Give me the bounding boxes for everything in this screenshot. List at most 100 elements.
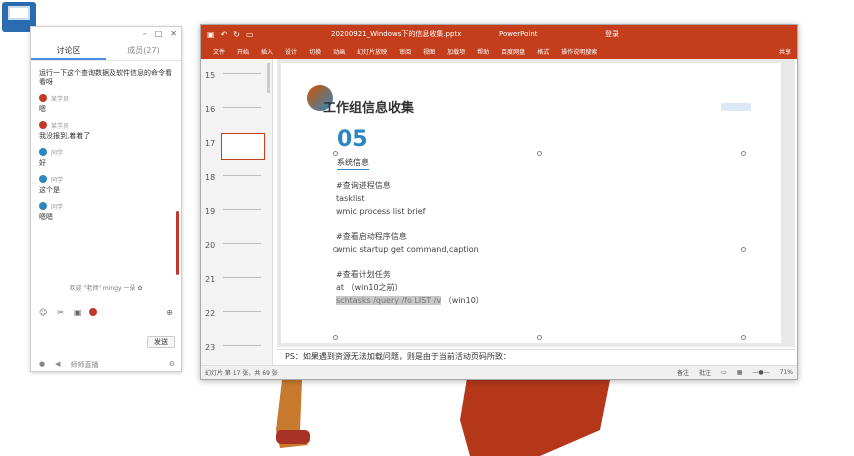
- ribbon-tab[interactable]: 文件: [207, 47, 231, 56]
- ribbon-tab[interactable]: 帮助: [471, 47, 495, 56]
- status-bar: 幻灯片 第 17 张，共 69 张 备注 批注 ▭ ▦ —●— 71%: [201, 365, 797, 379]
- thumbnail-item[interactable]: 18: [201, 161, 273, 195]
- thumbnail-item[interactable]: 20: [201, 229, 273, 263]
- tab-members[interactable]: 成员(27): [106, 43, 181, 60]
- ribbon-tab[interactable]: 加载项: [441, 47, 471, 56]
- thumb-line: [223, 73, 261, 74]
- body-line: at （win10之前）: [336, 283, 403, 292]
- slide-number: 22: [205, 309, 216, 318]
- thumbnail-item[interactable]: 22: [201, 297, 273, 331]
- thumbnail-item[interactable]: 16: [201, 93, 273, 127]
- tab-discussion[interactable]: 讨论区: [31, 43, 106, 60]
- thumbnail-item[interactable]: 21: [201, 263, 273, 297]
- sender-name: 同学: [51, 203, 64, 211]
- sender-name: 某学员: [51, 122, 70, 130]
- mic-icon[interactable]: ●: [39, 360, 45, 370]
- body-line: wmic process list brief: [336, 207, 426, 216]
- minimize-icon[interactable]: –: [143, 29, 147, 38]
- resize-handle[interactable]: [741, 247, 746, 252]
- ribbon-tabs: 文件 开始 插入 设计 切换 动画 幻灯片放映 审阅 视图 加载项 帮助 百度网…: [201, 43, 797, 59]
- thumb-line: [223, 209, 261, 210]
- resize-handle[interactable]: [741, 151, 746, 156]
- ribbon-tab[interactable]: 视图: [417, 47, 441, 56]
- sender-name: 同学: [51, 176, 64, 184]
- emoji-icon[interactable]: ☺: [39, 308, 47, 317]
- share-button[interactable]: 共享: [773, 47, 797, 56]
- settings-icon[interactable]: ⚙: [169, 360, 175, 370]
- image-icon[interactable]: ▣: [74, 308, 82, 317]
- section-number[interactable]: 05: [337, 127, 368, 152]
- thumbnail-item-selected[interactable]: 17: [201, 127, 273, 161]
- ribbon-tab[interactable]: 操作说明搜索: [555, 47, 603, 56]
- powerpoint-window: ▣ ↶ ↻ ▭ 20200921_Windows下的信息收集.pptx Powe…: [200, 24, 798, 380]
- thumbnail-item[interactable]: 19: [201, 195, 273, 229]
- present-icon[interactable]: ▭: [246, 30, 254, 39]
- resize-handle[interactable]: [333, 247, 338, 252]
- body-line: schtasks /query /fo LIST /v （win10）: [336, 294, 484, 307]
- undo-icon[interactable]: ↶: [221, 30, 228, 39]
- ribbon-tab[interactable]: 动画: [327, 47, 351, 56]
- save-icon[interactable]: ▣: [207, 30, 215, 39]
- resize-handle[interactable]: [741, 335, 746, 340]
- normal-view-icon[interactable]: ▭: [721, 369, 727, 376]
- thumb-line: [223, 243, 261, 244]
- sorter-view-icon[interactable]: ▦: [737, 369, 743, 376]
- body-gap: [336, 256, 484, 268]
- section-subtitle[interactable]: 系统信息: [337, 157, 369, 170]
- thumbnail-item[interactable]: 23: [201, 331, 273, 365]
- resize-handle[interactable]: [333, 335, 338, 340]
- ribbon-tab[interactable]: 插入: [255, 47, 279, 56]
- slide-canvas[interactable]: 工作组信息收集 05 系统信息 #查询进程信息 tasklist wmic pr…: [281, 63, 781, 343]
- body-line: tasklist: [336, 194, 365, 203]
- comments-button[interactable]: 批注: [699, 368, 711, 377]
- notes-button[interactable]: 备注: [677, 368, 689, 377]
- sender-name: 同学: [51, 149, 64, 157]
- ribbon-tab[interactable]: 开始: [231, 47, 255, 56]
- ribbon-tab[interactable]: 审阅: [393, 47, 417, 56]
- slide-heading[interactable]: 工作组信息收集: [323, 97, 414, 116]
- ribbon-tab[interactable]: 格式: [531, 47, 555, 56]
- ribbon-tab[interactable]: 切换: [303, 47, 327, 56]
- slide-number: 19: [205, 207, 216, 216]
- resize-handle[interactable]: [537, 335, 542, 340]
- body-line-suffix: （win10）: [443, 296, 484, 305]
- slide-thumbnails: 15 16 17 18 19 20 21 22 23: [201, 59, 273, 365]
- welcome-notice: 欢迎 "老师" mingy 一朵 ✿: [69, 285, 143, 292]
- user-login[interactable]: 登录: [605, 29, 619, 39]
- zoom-slider[interactable]: —●—: [752, 369, 769, 376]
- list-item: 同学 这个是: [39, 174, 175, 195]
- resize-handle[interactable]: [537, 151, 542, 156]
- ribbon-tab[interactable]: 百度网盘: [495, 47, 531, 56]
- thumb-line: [223, 277, 261, 278]
- maximize-icon[interactable]: □: [155, 29, 163, 38]
- slide-body-text[interactable]: #查询进程信息 tasklist wmic process list brief…: [336, 179, 484, 307]
- chat-scrollbar[interactable]: [176, 211, 179, 275]
- resize-handle[interactable]: [333, 151, 338, 156]
- send-button[interactable]: 发送: [147, 336, 175, 348]
- avatar: [39, 175, 47, 183]
- thumb-line: [223, 345, 261, 346]
- plus-icon[interactable]: ⊕: [166, 308, 173, 317]
- status-right: 备注 批注 ▭ ▦ —●— 71%: [677, 368, 793, 377]
- close-icon[interactable]: ✕: [170, 29, 177, 38]
- body-line: #查看计划任务: [336, 270, 391, 279]
- avatar: [39, 121, 47, 129]
- message-text: 好: [39, 159, 46, 167]
- document-title: 20200921_Windows下的信息收集.pptx: [331, 30, 462, 38]
- thumbnail-item[interactable]: 15: [201, 59, 273, 93]
- redo-icon[interactable]: ↻: [233, 30, 240, 39]
- speaker-icon[interactable]: ◀: [55, 360, 60, 370]
- list-item: 同学 好: [39, 147, 175, 168]
- zoom-level[interactable]: 71%: [780, 369, 793, 376]
- scissors-icon[interactable]: ✂: [57, 308, 64, 317]
- title-bar: ▣ ↶ ↻ ▭ 20200921_Windows下的信息收集.pptx Powe…: [201, 25, 797, 43]
- slide-counter: 幻灯片 第 17 张，共 69 张: [205, 370, 278, 377]
- body-line: #查看启动程序信息: [336, 232, 407, 241]
- thumb-line: [223, 311, 261, 312]
- notes-pane[interactable]: PS：如果遇到资源无法加载问题，则是由于当前活动页码所致：: [277, 349, 795, 363]
- ribbon-tab[interactable]: 设计: [279, 47, 303, 56]
- chat-window-controls: – □ ✕: [143, 29, 177, 38]
- ribbon-tab[interactable]: 幻灯片放映: [351, 47, 393, 56]
- selected-slide-box: [221, 133, 265, 160]
- list-item: 某学员 我没报到,着着了: [39, 120, 175, 141]
